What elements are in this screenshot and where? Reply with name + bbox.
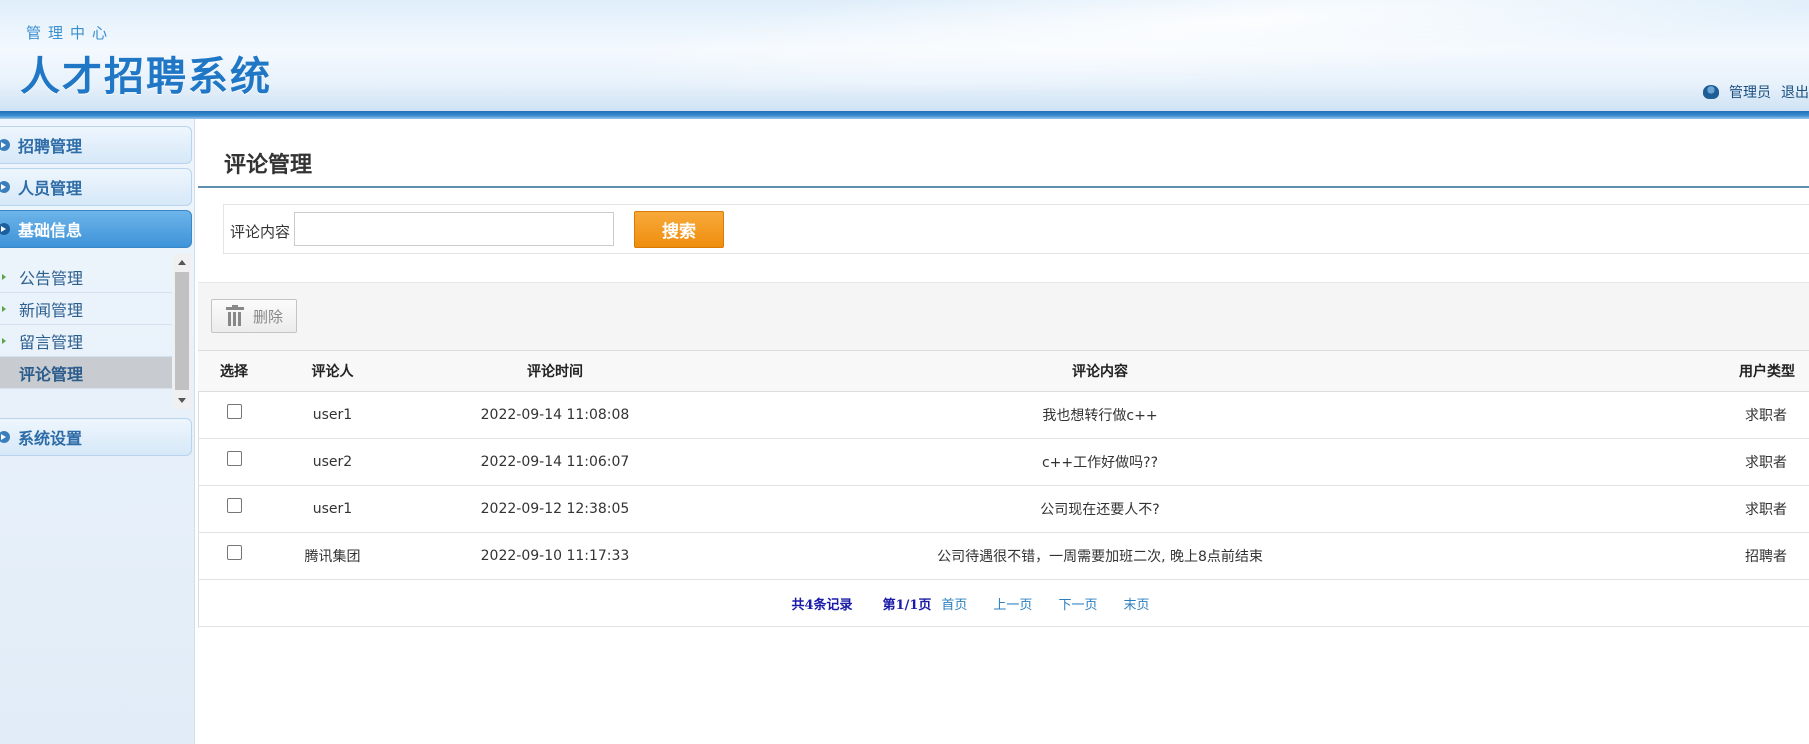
sidebar-item-label: 公告管理 <box>19 268 84 288</box>
search-panel: 评论内容 搜索 <box>223 204 1809 254</box>
header-decoration <box>597 0 1809 111</box>
cell-content: 公司现在还要人不? <box>715 485 1485 533</box>
arrow-right-icon <box>0 431 10 443</box>
comments-table: 选择 评论人 评论时间 评论内容 用户类型 user1 2022-09-14 1… <box>198 350 1809 627</box>
cell-content: c++工作好做吗?? <box>715 438 1485 486</box>
brand-title: 人才招聘系统 <box>20 54 272 100</box>
bullet-icon <box>2 337 6 344</box>
cell-user-type: 求职者 <box>1485 438 1809 486</box>
row-checkbox[interactable] <box>226 497 242 513</box>
column-header-user-type: 用户类型 <box>1485 350 1809 392</box>
arrow-right-icon <box>0 139 10 151</box>
column-header-content: 评论内容 <box>715 350 1485 392</box>
pager-prev-link[interactable]: 上一页 <box>993 594 1032 613</box>
scroll-thumb[interactable] <box>175 272 189 390</box>
sidebar: 招聘管理 人员管理 基础信息 公告管理 新闻管理 留言管理 评论管理 系统设置 <box>0 119 195 744</box>
cell-commenter: user1 <box>270 485 395 533</box>
scroll-down-icon[interactable] <box>178 398 186 403</box>
sidebar-submenu: 公告管理 新闻管理 留言管理 评论管理 <box>0 261 192 411</box>
cell-time: 2022-09-12 12:38:05 <box>395 485 715 533</box>
cell-user-type: 招聘者 <box>1485 532 1809 580</box>
search-button[interactable]: 搜索 <box>634 211 724 248</box>
sidebar-group-label: 系统设置 <box>18 429 83 448</box>
cell-commenter: 腾讯集团 <box>270 532 395 580</box>
pager: 共4条记录 第1/1页 首页 上一页 下一页 末页 <box>158 594 1809 613</box>
title-divider <box>198 186 1809 188</box>
logout-link[interactable]: 退出 <box>1781 82 1809 102</box>
submenu-scrollbar[interactable] <box>173 254 191 409</box>
sidebar-item-label: 新闻管理 <box>19 300 84 320</box>
column-header-select: 选择 <box>198 350 270 392</box>
user-icon <box>1703 85 1719 99</box>
pager-last-link[interactable]: 末页 <box>1123 594 1149 613</box>
page-title: 评论管理 <box>224 153 313 178</box>
table-row: user1 2022-09-12 12:38:05 公司现在还要人不? 求职者 <box>198 485 1809 533</box>
user-name: 管理员 <box>1729 85 1771 101</box>
sidebar-item-comments[interactable]: 评论管理 <box>0 357 172 389</box>
column-header-time: 评论时间 <box>395 350 715 392</box>
sidebar-item-label: 留言管理 <box>19 332 84 352</box>
sidebar-item-label: 评论管理 <box>19 364 84 384</box>
cell-time: 2022-09-14 11:08:08 <box>395 391 715 439</box>
pager-first-link[interactable]: 首页 <box>941 594 967 613</box>
app-header: 管理中心 人才招聘系统 管理员 退出 <box>0 0 1809 111</box>
sidebar-item-messages[interactable]: 留言管理 <box>0 325 172 357</box>
table-header-row: 选择 评论人 评论时间 评论内容 用户类型 <box>198 350 1809 392</box>
arrow-right-icon <box>0 181 10 193</box>
bullet-icon <box>2 273 6 280</box>
sidebar-item-announcements[interactable]: 公告管理 <box>0 261 172 293</box>
sidebar-item-news[interactable]: 新闻管理 <box>0 293 172 325</box>
cell-content: 公司待遇很不错，一周需要加班二次, 晚上8点前结束 <box>715 532 1485 580</box>
user-box: 管理员 退出 <box>1703 82 1809 102</box>
search-input[interactable] <box>294 212 614 246</box>
bullet-icon <box>2 305 6 312</box>
sidebar-group-label: 基础信息 <box>18 221 83 240</box>
cell-commenter: user2 <box>270 438 395 486</box>
row-checkbox[interactable] <box>226 544 242 560</box>
pager-row: 共4条记录 第1/1页 首页 上一页 下一页 末页 <box>198 579 1809 627</box>
pager-total: 共4条记录 <box>791 597 853 613</box>
table-row: 腾讯集团 2022-09-10 11:17:33 公司待遇很不错，一周需要加班二… <box>198 532 1809 580</box>
table-row: user2 2022-09-14 11:06:07 c++工作好做吗?? 求职者 <box>198 438 1809 486</box>
column-header-commenter: 评论人 <box>270 350 395 392</box>
arrow-right-icon <box>0 223 10 235</box>
sidebar-group-basic-info[interactable]: 基础信息 <box>0 210 192 248</box>
cell-user-type: 求职者 <box>1485 391 1809 439</box>
row-checkbox[interactable] <box>226 450 242 466</box>
trash-icon <box>226 305 244 326</box>
table-row: user1 2022-09-14 11:08:08 我也想转行做c++ 求职者 <box>198 391 1809 439</box>
cell-user-type: 求职者 <box>1485 485 1809 533</box>
comments-table-wrap: 选择 评论人 评论时间 评论内容 用户类型 user1 2022-09-14 1… <box>198 350 1809 627</box>
delete-label: 删除 <box>253 307 284 326</box>
sidebar-group-personnel[interactable]: 人员管理 <box>0 168 192 206</box>
row-checkbox[interactable] <box>226 403 242 419</box>
cell-time: 2022-09-14 11:06:07 <box>395 438 715 486</box>
cell-content: 我也想转行做c++ <box>715 391 1485 439</box>
sidebar-group-recruitment[interactable]: 招聘管理 <box>0 126 192 164</box>
pager-next-link[interactable]: 下一页 <box>1058 594 1097 613</box>
cell-commenter: user1 <box>270 391 395 439</box>
main-content: 评论管理 评论内容 搜索 删除 选择 评论人 评论时间 评论内容 用户类型 us… <box>198 119 1809 744</box>
sidebar-group-label: 人员管理 <box>18 179 83 198</box>
toolbar: 删除 <box>198 282 1809 351</box>
brand-subtitle: 管理中心 <box>26 24 115 42</box>
sidebar-group-system-settings[interactable]: 系统设置 <box>0 418 192 456</box>
pager-page-info: 第1/1页 <box>882 597 932 613</box>
search-label: 评论内容 <box>230 223 291 241</box>
cell-time: 2022-09-10 11:17:33 <box>395 532 715 580</box>
scroll-up-icon[interactable] <box>178 260 186 265</box>
delete-button[interactable]: 删除 <box>211 299 297 333</box>
sidebar-group-label: 招聘管理 <box>18 137 83 156</box>
header-divider <box>0 111 1809 119</box>
